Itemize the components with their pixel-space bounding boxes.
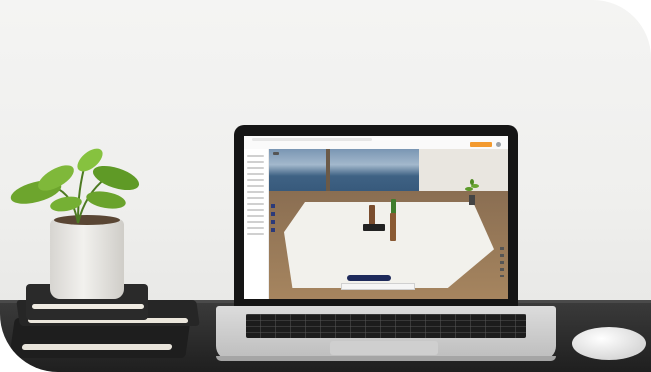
sidebar-item[interactable] xyxy=(247,203,264,205)
book-bottom-pages xyxy=(21,344,173,350)
photo-scene xyxy=(0,0,651,372)
navigation-controls[interactable] xyxy=(500,247,504,277)
dark-block[interactable] xyxy=(363,224,385,231)
mouse-icon xyxy=(572,327,646,360)
sidebar-item[interactable] xyxy=(247,227,264,229)
wood-block[interactable] xyxy=(390,213,396,241)
plant-icon xyxy=(465,179,479,205)
sidebar-item[interactable] xyxy=(247,185,264,187)
app-topbar xyxy=(244,136,508,150)
sidebar-item[interactable] xyxy=(247,179,264,181)
sidebar-item[interactable] xyxy=(247,209,264,211)
laptop-base-lip xyxy=(216,356,556,361)
sidebar-item[interactable] xyxy=(247,215,264,217)
browser-url-bar[interactable] xyxy=(252,138,372,141)
plant-pot xyxy=(50,219,124,299)
sidebar-item[interactable] xyxy=(247,233,264,235)
sidebar-item[interactable] xyxy=(247,155,264,157)
tool-strip[interactable] xyxy=(271,204,275,234)
trackpad xyxy=(330,341,438,355)
sidebar-item[interactable] xyxy=(247,197,264,199)
cta-button[interactable] xyxy=(470,142,492,147)
view-toggle-button[interactable] xyxy=(273,152,279,155)
view-toolbar[interactable] xyxy=(347,275,391,281)
wood-block[interactable] xyxy=(369,205,375,225)
sidebar-item[interactable] xyxy=(247,221,264,223)
window-pillar xyxy=(326,149,330,195)
keyboard-rows xyxy=(246,314,526,338)
3d-viewport[interactable] xyxy=(269,149,508,299)
laptop-screen xyxy=(244,136,508,299)
status-bar xyxy=(341,283,415,290)
sidebar-item[interactable] xyxy=(247,191,264,193)
avatar[interactable] xyxy=(496,142,501,147)
sidebar-item[interactable] xyxy=(247,173,264,175)
app-sidebar xyxy=(244,149,269,299)
sidebar-item[interactable] xyxy=(247,167,264,169)
plant-icon xyxy=(10,148,140,224)
sidebar-item[interactable] xyxy=(247,161,264,163)
book-top-pages xyxy=(32,304,144,309)
